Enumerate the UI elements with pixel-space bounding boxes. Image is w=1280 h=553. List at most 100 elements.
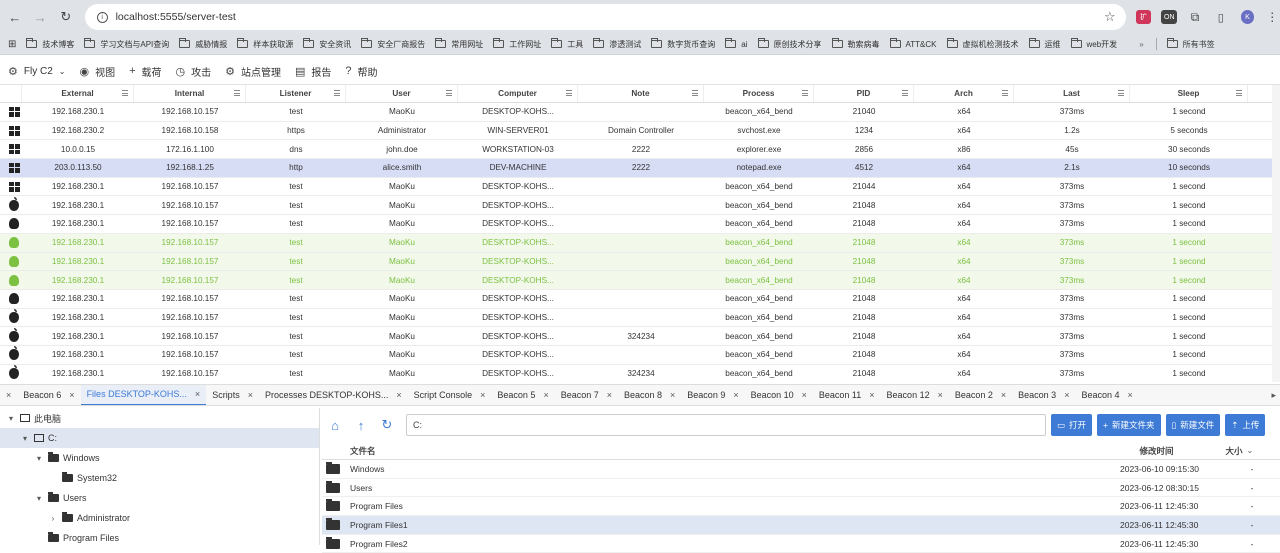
bookmark-item[interactable]: 工具 [551,38,583,50]
table-row[interactable]: 192.168.230.1 192.168.10.157 test MaoKu DESK… [0,252,1272,272]
home-icon[interactable]: ⌂ [322,418,348,433]
new-file-button[interactable]: ▯ 新建文件 [1165,414,1221,436]
bookmark-item[interactable]: ai [725,38,748,50]
tree-node[interactable]: System32 [0,468,319,488]
table-row[interactable]: 192.168.230.1 192.168.10.157 test MaoKu DESK… [0,196,1272,216]
expand-arrow-icon[interactable]: ▾ [34,494,44,503]
tree-node[interactable]: ▾ Users [0,488,319,508]
tab-item[interactable]: Beacon 6 × [17,385,80,405]
column-menu-icon[interactable] [334,90,340,96]
col-external[interactable]: External [22,85,134,102]
bookmark-item[interactable]: 威胁情报 [179,38,227,50]
forward-icon[interactable]: → [28,4,54,30]
table-row[interactable]: 192.168.230.1 192.168.10.157 test MaoKu DESK… [0,178,1272,197]
bookmark-star-icon[interactable]: ☆ [1104,9,1116,25]
close-icon[interactable]: × [1127,390,1132,400]
tree-node[interactable]: ▾ 此电脑 [0,408,319,428]
extension-on-icon[interactable]: ON [1161,10,1178,24]
file-row[interactable]: Windows 2023-06-10 09:15:30 - [322,460,1280,479]
column-menu-icon[interactable] [1002,90,1008,96]
table-row[interactable]: 192.168.230.2 192.168.10.158 https Administ… [0,122,1272,141]
close-icon[interactable]: × [543,390,548,400]
address-bar[interactable]: i localhost:5555/server-test ☆ [84,4,1126,30]
col-last[interactable]: Last [1014,85,1130,102]
site-info-icon[interactable]: i [96,11,108,23]
tab-item[interactable]: Files DESKTOP-KOHS... × [80,385,207,405]
close-tab-icon[interactable]: × [0,390,17,400]
close-icon[interactable]: × [480,390,485,400]
new-folder-button[interactable]: + 新建文件夹 [1097,414,1161,436]
tab-item[interactable]: Beacon 2 × [949,385,1012,405]
expand-arrow-icon[interactable]: › [48,514,58,523]
menu-view[interactable]: ◉ 视图 [79,64,115,79]
col-process[interactable]: Process [704,85,814,102]
extension-icon[interactable]: 扩 [1135,10,1152,24]
table-row[interactable]: 192.168.230.1 192.168.10.157 test MaoKu DESK… [0,103,1272,122]
col-note[interactable]: Note [578,85,704,102]
bookmark-item[interactable]: 原创技术分享 [757,38,822,50]
bookmark-item[interactable]: ATT&CK [889,38,937,50]
upload-button[interactable]: ⇡ 上传 [1225,414,1266,436]
bookmark-item[interactable]: 常用网址 [435,38,483,50]
table-row[interactable]: 10.0.0.15 172.16.1.100 dns john.doe WORKSTAT… [0,140,1272,160]
column-menu-icon[interactable] [802,90,808,96]
table-row[interactable]: 192.168.230.1 192.168.10.157 test MaoKu DESK… [0,364,1272,382]
column-menu-icon[interactable] [566,90,572,96]
close-icon[interactable]: × [69,390,74,400]
table-row[interactable]: 192.168.230.1 192.168.10.157 test MaoKu DESK… [0,346,1272,365]
column-menu-icon[interactable] [122,90,128,96]
apps-grid-icon[interactable]: ⊞ [8,39,16,50]
column-menu-icon[interactable] [1118,90,1124,96]
tab-item[interactable]: Beacon 3 × [1012,385,1075,405]
menu-attack[interactable]: ◷ 攻击 [176,64,212,79]
file-row[interactable]: Program Files1 2023-06-11 12:45:30 - [322,516,1280,535]
column-menu-icon[interactable] [234,90,240,96]
close-icon[interactable]: × [1001,390,1006,400]
tab-item[interactable]: Beacon 10 × [745,385,813,405]
tab-item[interactable]: Beacon 5 × [491,385,554,405]
column-menu-icon[interactable] [692,90,698,96]
tab-item[interactable]: Beacon 12 × [881,385,949,405]
reload-icon[interactable]: ↻ [53,4,79,30]
table-row[interactable]: 192.168.230.1 192.168.10.157 test MaoKu DESK… [0,215,1272,234]
table-row[interactable]: 192.168.230.1 192.168.10.157 test MaoKu DESK… [0,271,1272,290]
path-input[interactable]: C: [406,414,1046,436]
tab-item[interactable]: Beacon 7 × [555,385,618,405]
expand-arrow-icon[interactable]: ▾ [34,454,44,463]
file-row[interactable]: Users 2023-06-12 08:30:15 - [322,479,1280,498]
tree-node[interactable]: ▾ Windows [0,448,319,468]
col-name[interactable]: 文件名 [350,445,376,457]
brand-menu[interactable]: ⚙ Fly C2 ⌄ [8,65,65,78]
table-row[interactable]: 192.168.230.1 192.168.10.157 test MaoKu DESK… [0,233,1272,253]
back-icon[interactable]: ← [2,4,28,30]
bookmark-item[interactable]: 工作网址 [493,38,541,50]
close-icon[interactable]: × [938,390,943,400]
col-listener[interactable]: Listener [246,85,346,102]
menu-site-management[interactable]: ⚙ 站点管理 [225,64,281,79]
tab-item[interactable]: Scripts × [206,385,259,405]
tab-item[interactable]: Beacon 8 × [618,385,681,405]
tab-item[interactable]: Processes DESKTOP-KOHS... × [259,385,408,405]
extensions-puzzle-icon[interactable]: ⧉ [1187,10,1203,24]
bookmark-item[interactable]: 样本获取源 [237,38,293,50]
column-menu-icon[interactable] [1236,90,1242,96]
up-arrow-icon[interactable]: ↑ [348,418,374,433]
expand-arrow-icon[interactable]: ▾ [6,414,16,423]
table-row[interactable]: 192.168.230.1 192.168.10.157 test MaoKu DESK… [0,290,1272,309]
browser-menu-icon[interactable]: ⋮ [1264,10,1280,24]
col-computer[interactable]: Computer [458,85,578,102]
expand-arrow-icon[interactable]: ▾ [20,434,30,443]
bookmark-item[interactable]: 数字货币查询 [651,38,715,50]
tab-item[interactable]: Beacon 11 × [813,385,881,405]
close-icon[interactable]: × [802,390,807,400]
column-menu-icon[interactable] [902,90,908,96]
bookmark-item[interactable]: 安全厂商报告 [361,38,425,50]
tab-item[interactable]: Beacon 9 × [681,385,744,405]
bookmarks-overflow-icon[interactable]: » [1139,40,1143,49]
file-row[interactable]: Program Files 2023-06-11 12:45:30 - [322,497,1280,517]
profile-avatar[interactable]: K [1240,10,1255,24]
tree-node[interactable]: ▾ C: [0,428,319,448]
bookmark-item[interactable]: 渗透测试 [593,38,641,50]
tree-node[interactable]: › Administrator [0,508,319,528]
col-internal[interactable]: Internal [134,85,246,102]
